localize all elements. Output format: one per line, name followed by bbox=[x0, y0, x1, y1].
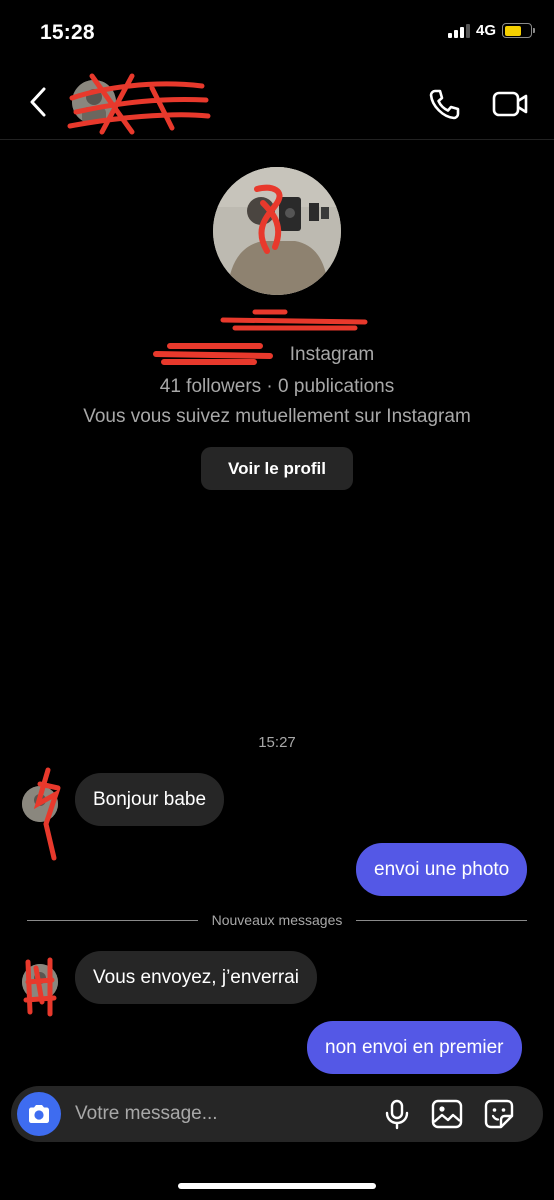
profile-platform-line: Instagram bbox=[289, 344, 375, 365]
voice-call-button[interactable] bbox=[424, 84, 464, 124]
sticker-icon bbox=[484, 1099, 514, 1129]
message-composer bbox=[11, 1086, 543, 1142]
redaction-scribble bbox=[220, 309, 368, 331]
message-bubble-outgoing[interactable]: envoi une photo bbox=[356, 843, 528, 896]
video-camera-icon bbox=[492, 91, 528, 117]
home-indicator bbox=[178, 1183, 376, 1189]
message-timestamp: 15:27 bbox=[258, 734, 296, 751]
chevron-left-icon bbox=[30, 87, 46, 117]
gallery-button[interactable] bbox=[431, 1098, 463, 1130]
mutual-follow-notice: Vous vous suivez mutuellement sur Instag… bbox=[83, 406, 471, 427]
profile-avatar[interactable] bbox=[213, 167, 341, 295]
status-time: 15:28 bbox=[40, 21, 95, 44]
status-bar: 15:28 4G bbox=[0, 0, 554, 64]
profile-stats: 41 followers · 0 publications bbox=[159, 376, 395, 397]
redaction-scribble bbox=[67, 73, 211, 135]
message-bubble-incoming[interactable]: Vous envoyez, j’enverrai bbox=[75, 951, 317, 1004]
sticker-button[interactable] bbox=[483, 1098, 515, 1130]
redaction-scribble bbox=[33, 767, 61, 861]
new-messages-label: Nouveaux messages bbox=[211, 912, 343, 928]
camera-icon bbox=[29, 1105, 49, 1123]
message-bubble-incoming[interactable]: Bonjour babe bbox=[75, 773, 225, 826]
camera-button[interactable] bbox=[17, 1092, 61, 1136]
microphone-icon bbox=[385, 1099, 409, 1130]
message-bubble-outgoing[interactable]: non envoi en premier bbox=[307, 1021, 522, 1074]
back-button[interactable] bbox=[22, 84, 54, 120]
redaction-scribble bbox=[23, 957, 57, 1017]
battery-icon bbox=[502, 23, 535, 38]
new-messages-divider: Nouveaux messages bbox=[27, 910, 527, 930]
chat-header bbox=[0, 64, 554, 140]
phone-icon bbox=[429, 89, 460, 120]
voice-message-button[interactable] bbox=[381, 1098, 413, 1130]
message-input[interactable] bbox=[75, 1094, 365, 1134]
video-call-button[interactable] bbox=[490, 84, 530, 124]
redaction-scribble bbox=[153, 343, 273, 365]
image-icon bbox=[431, 1099, 463, 1129]
status-indicators: 4G bbox=[447, 22, 535, 39]
cellular-signal-icon bbox=[447, 23, 470, 38]
view-profile-button[interactable]: Voir le profil bbox=[201, 447, 353, 490]
network-type: 4G bbox=[475, 22, 496, 39]
